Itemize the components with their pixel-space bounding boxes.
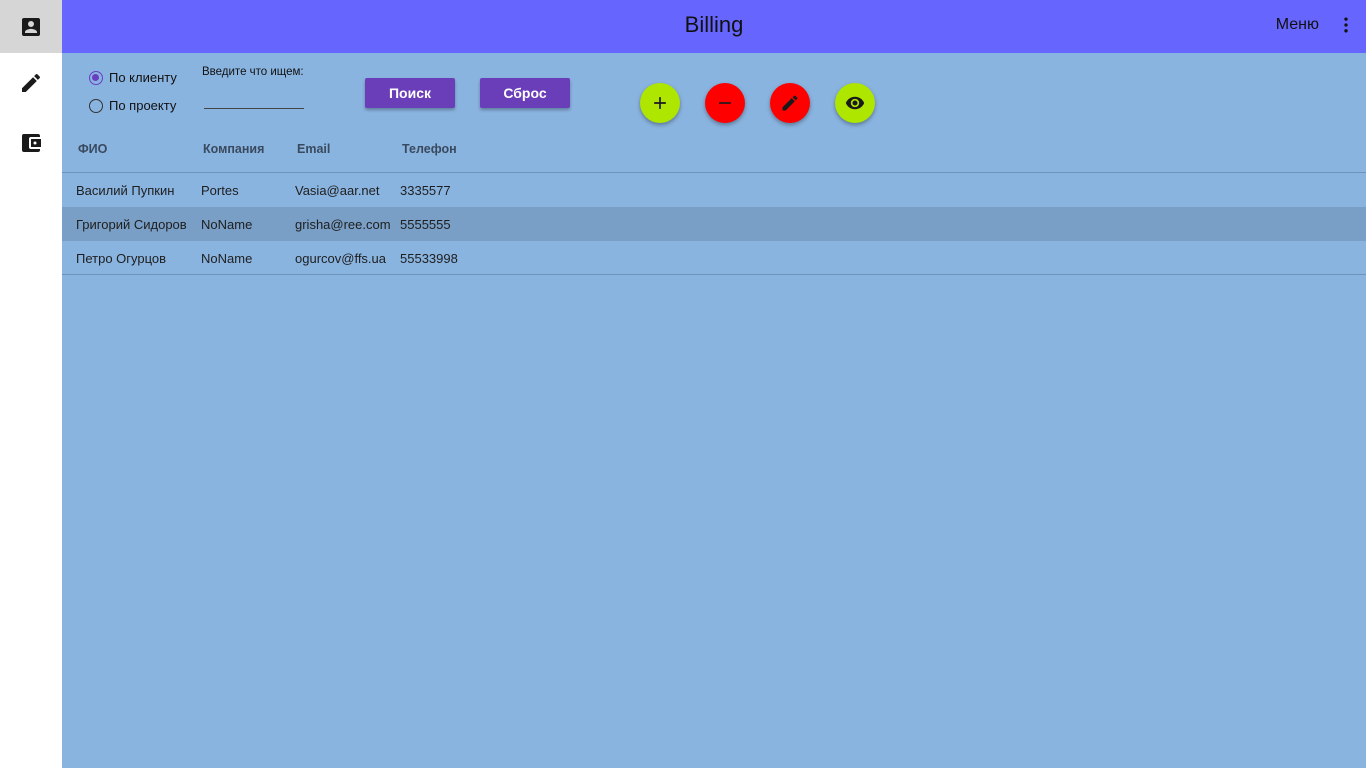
edit-button[interactable] [770,83,810,123]
table-header: ФИО Компания Email Телефон [62,133,1366,173]
table-cell: Portes [201,183,239,198]
more-vert-icon [1344,17,1348,33]
more-vert-button[interactable] [1336,12,1356,38]
plus-icon [654,97,666,109]
reset-button[interactable]: Сброс [480,78,570,108]
radio-by-project[interactable]: По проекту [89,98,176,113]
radio-button[interactable] [89,70,103,85]
wallet-icon [22,134,41,152]
radio-button[interactable] [89,98,103,113]
main-content: По клиенту По проекту Введите что ищем: … [62,53,1366,768]
contact-card-icon [22,17,40,36]
column-header[interactable]: Email [297,142,330,156]
search-input[interactable] [204,91,304,109]
minus-icon [719,102,731,104]
column-header[interactable]: Компания [203,142,264,156]
table-cell: Vasia@aar.net [295,183,380,198]
table-cell: 3335577 [400,183,451,198]
table-cell: Григорий Сидоров [76,217,187,232]
column-header[interactable]: Телефон [402,142,457,156]
radio-label: По клиенту [109,70,177,85]
view-button[interactable] [835,83,875,123]
table-cell: Василий Пупкин [76,183,175,198]
table-row[interactable]: Григорий Сидоров NoName grisha@ree.com 5… [62,207,1366,241]
table-cell: 5555555 [400,217,451,232]
eye-icon [845,96,865,110]
nav-rail [0,0,62,768]
table-cell: NoName [201,251,253,266]
table-cell: grisha@ree.com [295,217,391,232]
table-cell: ogurcov@ffs.ua [295,251,387,266]
column-header[interactable]: ФИО [78,142,107,156]
table-cell: 55533998 [400,251,458,266]
nav-item-clients[interactable] [0,0,62,53]
pencil-icon [22,73,41,92]
table-cell: Петро Огурцов [76,251,167,266]
radio-by-client[interactable]: По клиенту [89,70,177,85]
pencil-icon [782,95,798,111]
delete-button[interactable] [705,83,745,123]
clients-table: ФИО Компания Email Телефон Василий Пупки… [62,133,1366,275]
search-button[interactable]: Поиск [365,78,455,108]
top-app-bar: Billing Меню [62,0,1366,53]
table-row[interactable]: Василий Пупкин Portes Vasia@aar.net 3335… [62,173,1366,207]
radio-label: По проекту [109,98,177,113]
table-row[interactable]: Петро Огурцов NoName ogurcov@ffs.ua 5553… [62,241,1366,275]
nav-item-edit[interactable] [0,53,62,113]
menu-label[interactable]: Меню [1276,16,1319,34]
search-label: Введите что ищем: [202,66,304,78]
add-button[interactable] [640,83,680,123]
table-cell: NoName [201,217,253,232]
nav-item-billing[interactable] [0,113,62,173]
app-title: Billing [684,12,744,37]
